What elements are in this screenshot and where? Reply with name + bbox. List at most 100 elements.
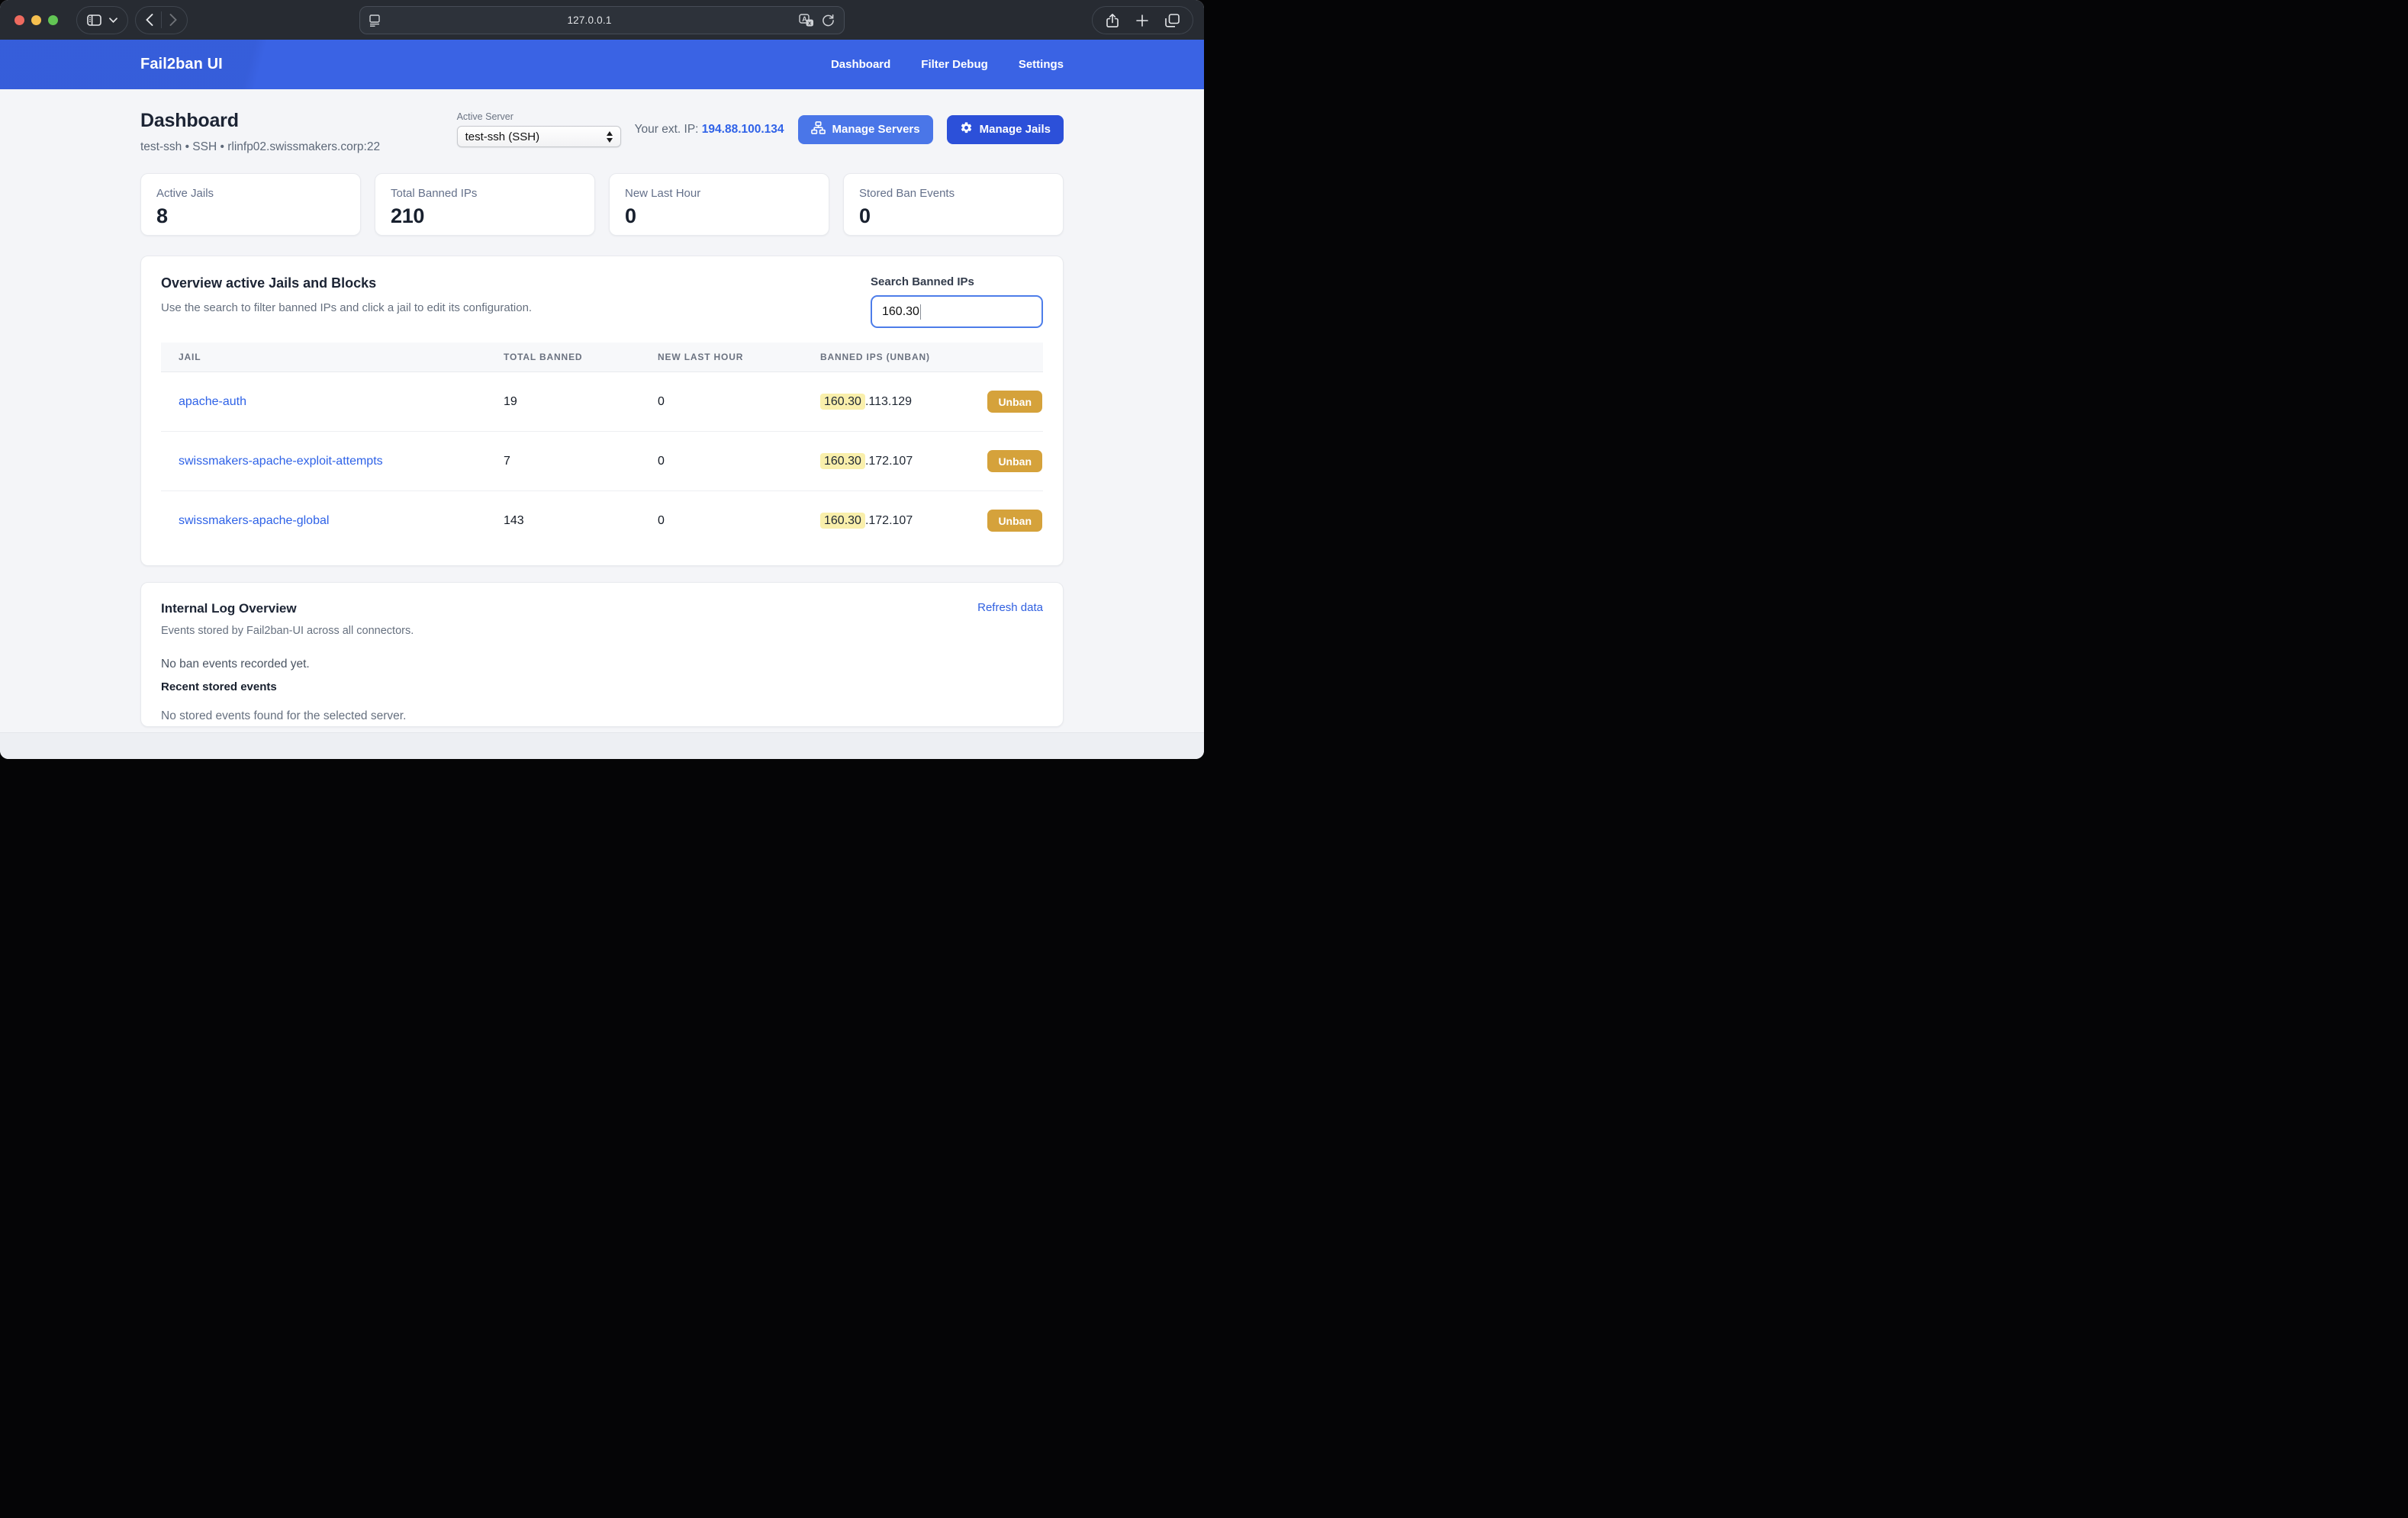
manage-servers-button[interactable]: Manage Servers bbox=[798, 115, 933, 144]
no-ban-events-text: No ban events recorded yet. bbox=[161, 658, 1043, 671]
manage-jails-button[interactable]: Manage Jails bbox=[947, 115, 1064, 144]
tab-overview-icon[interactable] bbox=[1165, 14, 1180, 27]
window-actions-group bbox=[1092, 6, 1193, 34]
stat-value: 210 bbox=[391, 204, 579, 228]
history-nav-group bbox=[135, 6, 188, 34]
ip-rest: .172.107 bbox=[865, 455, 913, 468]
minimize-window-button[interactable] bbox=[31, 15, 41, 25]
col-header-total-banned: Total Banned bbox=[504, 343, 658, 372]
col-header-new-last-hour: New Last Hour bbox=[658, 343, 820, 372]
external-ip-value: 194.88.100.134 bbox=[702, 123, 784, 136]
internal-log-card: Internal Log Overview Events stored by F… bbox=[140, 582, 1064, 727]
address-bar[interactable]: 127.0.0.1 A x bbox=[359, 6, 845, 34]
jails-table: Jail Total Banned New Last Hour Banned I… bbox=[161, 343, 1043, 550]
col-header-jail: Jail bbox=[161, 343, 504, 372]
new-last-hour-value: 0 bbox=[658, 491, 820, 551]
url-text: 127.0.0.1 bbox=[380, 14, 799, 26]
new-tab-icon[interactable] bbox=[1136, 14, 1148, 27]
search-banned-ips-label: Search Banned IPs bbox=[871, 275, 1043, 288]
app-navbar: Fail2ban UI Dashboard Filter Debug Setti… bbox=[0, 40, 1204, 89]
stat-card-stored-ban-events: Stored Ban Events 0 bbox=[843, 173, 1064, 236]
log-title: Internal Log Overview bbox=[161, 601, 414, 616]
stat-value: 8 bbox=[156, 204, 345, 228]
app-brand: Fail2ban UI bbox=[140, 56, 223, 73]
total-banned-value: 143 bbox=[504, 491, 658, 551]
ip-match-highlight: 160.30 bbox=[820, 513, 865, 529]
translate-icon[interactable]: A x bbox=[799, 14, 814, 27]
banned-ip: 160.30.172.107 bbox=[820, 455, 913, 468]
no-stored-events-text: No stored events found for the selected … bbox=[161, 709, 1043, 723]
nav-link-settings[interactable]: Settings bbox=[1019, 58, 1064, 71]
page-footer-strip bbox=[0, 732, 1204, 759]
table-row: apache-auth 19 0 160.30.113.129 Unban bbox=[161, 372, 1043, 432]
search-input-value: 160.30 bbox=[882, 305, 919, 319]
table-header-row: Jail Total Banned New Last Hour Banned I… bbox=[161, 343, 1043, 372]
browser-toolbar: 127.0.0.1 A x bbox=[0, 0, 1204, 40]
back-icon[interactable] bbox=[146, 14, 153, 26]
nav-link-dashboard[interactable]: Dashboard bbox=[831, 58, 890, 71]
banned-ip: 160.30.172.107 bbox=[820, 514, 913, 528]
traffic-lights bbox=[14, 15, 58, 25]
stat-value: 0 bbox=[859, 204, 1048, 228]
overview-title: Overview active Jails and Blocks bbox=[161, 275, 532, 291]
page-title: Dashboard bbox=[140, 110, 380, 132]
manage-servers-label: Manage Servers bbox=[832, 123, 920, 136]
text-caret bbox=[920, 304, 922, 320]
stat-label: Active Jails bbox=[156, 187, 345, 200]
reload-icon[interactable] bbox=[822, 14, 835, 27]
banned-ip: 160.30.113.129 bbox=[820, 395, 912, 409]
search-banned-ips-input[interactable]: 160.30 bbox=[871, 295, 1043, 328]
jail-link[interactable]: swissmakers-apache-global bbox=[179, 514, 329, 527]
new-last-hour-value: 0 bbox=[658, 432, 820, 491]
stat-label: New Last Hour bbox=[625, 187, 813, 200]
close-window-button[interactable] bbox=[14, 15, 24, 25]
recent-stored-events-heading: Recent stored events bbox=[161, 680, 1043, 693]
chevron-down-icon[interactable] bbox=[109, 18, 118, 23]
ip-rest: .172.107 bbox=[865, 514, 913, 527]
jail-link[interactable]: apache-auth bbox=[179, 395, 246, 408]
stat-card-active-jails: Active Jails 8 bbox=[140, 173, 361, 236]
ip-match-highlight: 160.30 bbox=[820, 394, 865, 410]
jails-overview-card: Overview active Jails and Blocks Use the… bbox=[140, 256, 1064, 566]
browser-window: 127.0.0.1 A x bbox=[0, 0, 1204, 759]
manage-jails-label: Manage Jails bbox=[980, 123, 1051, 136]
active-server-summary: test-ssh • SSH • rlinfp02.swissmakers.co… bbox=[140, 140, 380, 154]
unban-button[interactable]: Unban bbox=[987, 450, 1042, 472]
active-server-label: Active Server bbox=[457, 111, 621, 122]
new-last-hour-value: 0 bbox=[658, 372, 820, 432]
page-body: Dashboard test-ssh • SSH • rlinfp02.swis… bbox=[0, 89, 1204, 759]
sitemap-icon bbox=[811, 121, 826, 138]
sidebar-icon[interactable] bbox=[87, 14, 101, 26]
unban-button[interactable]: Unban bbox=[987, 391, 1042, 413]
share-icon[interactable] bbox=[1106, 13, 1119, 28]
external-ip: Your ext. IP: 194.88.100.134 bbox=[635, 123, 784, 137]
active-server-select[interactable]: test-ssh (SSH) bbox=[457, 126, 621, 147]
stat-label: Total Banned IPs bbox=[391, 187, 579, 200]
jail-link[interactable]: swissmakers-apache-exploit-attempts bbox=[179, 455, 383, 468]
page-settings-icon[interactable] bbox=[369, 14, 380, 27]
sidebar-toggle-group bbox=[76, 6, 128, 34]
log-subtitle: Events stored by Fail2ban-UI across all … bbox=[161, 625, 414, 637]
stat-value: 0 bbox=[625, 204, 813, 228]
unban-button[interactable]: Unban bbox=[987, 510, 1042, 532]
active-server-value: test-ssh (SSH) bbox=[465, 130, 607, 143]
divider bbox=[161, 11, 162, 28]
gear-icon bbox=[960, 121, 973, 137]
ip-match-highlight: 160.30 bbox=[820, 453, 865, 469]
total-banned-value: 19 bbox=[504, 372, 658, 432]
external-ip-label: Your ext. IP: bbox=[635, 123, 699, 136]
table-row: swissmakers-apache-global 143 0 160.30.1… bbox=[161, 491, 1043, 551]
nav-link-filter-debug[interactable]: Filter Debug bbox=[921, 58, 988, 71]
stat-card-new-last-hour: New Last Hour 0 bbox=[609, 173, 829, 236]
overview-subtitle: Use the search to filter banned IPs and … bbox=[161, 301, 532, 314]
stat-label: Stored Ban Events bbox=[859, 187, 1048, 200]
total-banned-value: 7 bbox=[504, 432, 658, 491]
forward-icon[interactable] bbox=[169, 14, 177, 26]
stat-card-total-banned: Total Banned IPs 210 bbox=[375, 173, 595, 236]
zoom-window-button[interactable] bbox=[48, 15, 58, 25]
refresh-data-link[interactable]: Refresh data bbox=[977, 601, 1043, 614]
select-stepper-icon bbox=[607, 131, 614, 143]
col-header-banned-ips: Banned IPs (Unban) bbox=[820, 343, 1043, 372]
table-row: swissmakers-apache-exploit-attempts 7 0 … bbox=[161, 432, 1043, 491]
ip-rest: .113.129 bbox=[865, 395, 912, 408]
